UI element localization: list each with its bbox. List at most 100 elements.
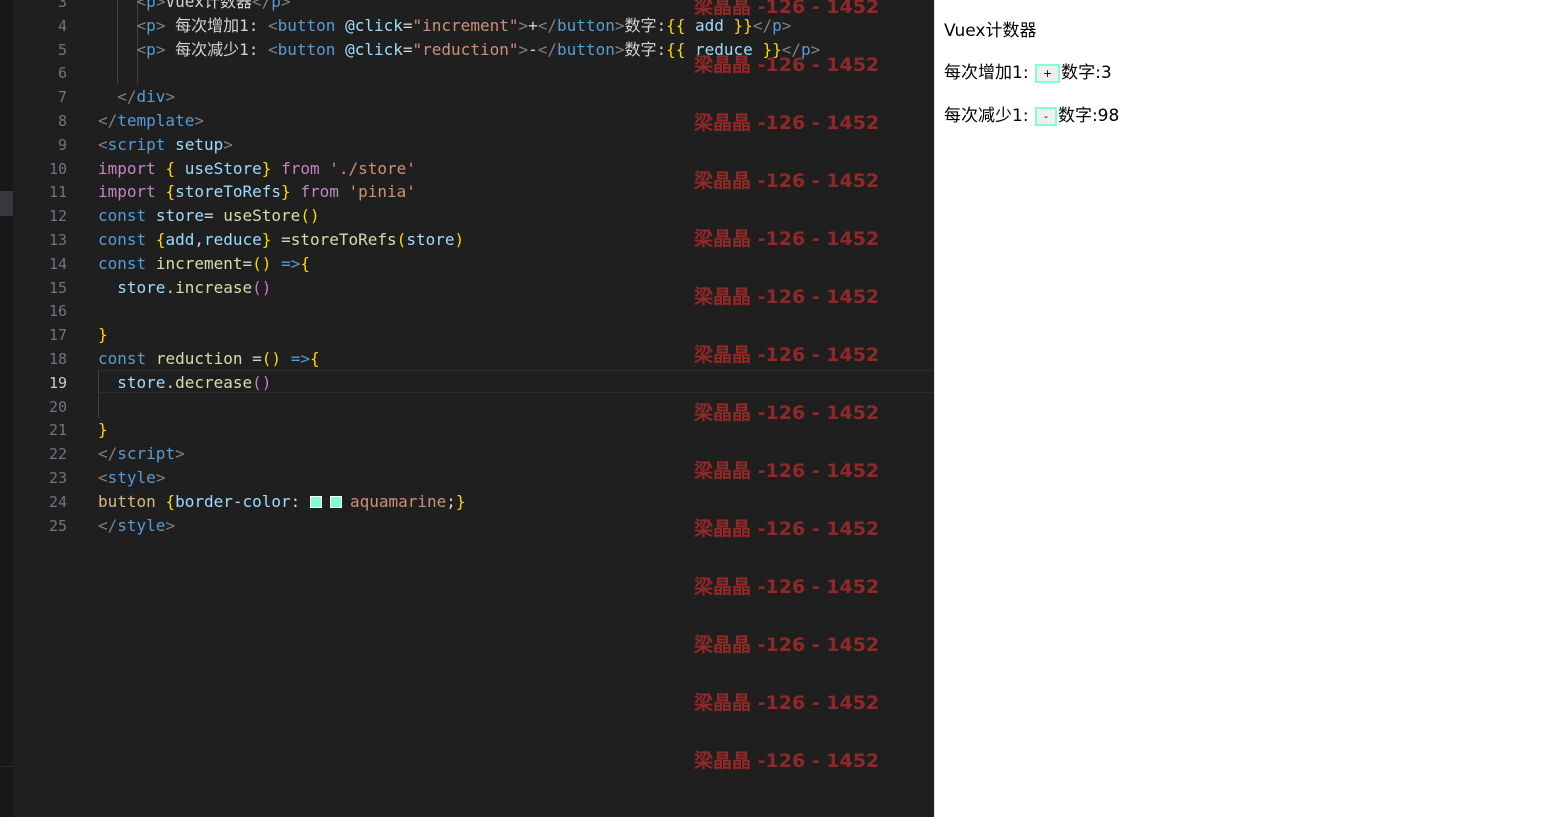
code-token: store xyxy=(155,206,204,226)
code-token: = xyxy=(242,349,262,368)
line-number: 22 xyxy=(48,445,67,464)
code-token: </ xyxy=(98,444,118,464)
color-swatch-icon[interactable] xyxy=(329,495,342,508)
code-token: { xyxy=(165,182,176,202)
code-token: - xyxy=(528,39,538,59)
code-token: increase xyxy=(175,277,253,297)
code-token: const xyxy=(98,206,147,226)
line-code: const {add,reduce} =storeToRefs(store) xyxy=(98,228,464,252)
code-line[interactable]: 19 store.decrease() xyxy=(13,371,934,395)
decrement-button[interactable]: - xyxy=(1034,107,1057,126)
code-line[interactable]: 9 <script setup> xyxy=(13,133,934,157)
line-number: 12 xyxy=(48,207,67,226)
browser-preview: Vuex计数器 每次增加1: + 数字:3 每次减少1: - 数字:98 xyxy=(934,0,1568,817)
code-token: reduce xyxy=(204,230,262,249)
reduce-value: 数字:98 xyxy=(1057,106,1120,126)
watermark-text: 梁晶晶 -126 - 1452 xyxy=(694,228,880,250)
line-code: </div> xyxy=(98,85,175,109)
code-token: < xyxy=(268,39,278,59)
watermark-text: 梁晶晶 -126 - 1452 xyxy=(694,576,880,598)
watermark-text: 梁晶晶 -126 - 1452 xyxy=(694,344,880,366)
line-code: store.decrease() xyxy=(98,371,271,395)
code-token: > xyxy=(155,39,166,59)
code-token: () xyxy=(252,277,272,297)
code-token: </ xyxy=(98,111,118,130)
code-token: { xyxy=(300,253,310,273)
code-token: store xyxy=(117,277,166,297)
code-token: : xyxy=(290,491,310,511)
add-value: 数字:3 xyxy=(1061,63,1112,83)
line-code: store.increase() xyxy=(98,276,271,300)
code-token: + xyxy=(528,15,538,35)
code-token: aquamarine xyxy=(349,491,447,511)
code-token: () xyxy=(300,206,320,226)
line-code: } xyxy=(98,418,108,442)
code-token: setup xyxy=(175,134,224,154)
code-token: > xyxy=(155,0,166,11)
code-token: > xyxy=(518,39,529,59)
code-token: p xyxy=(146,39,156,59)
code-token: < xyxy=(98,39,147,59)
code-token: } xyxy=(98,420,108,440)
code-token: @click xyxy=(345,15,403,35)
decrement-label: 每次减少1: xyxy=(944,106,1034,126)
code-token: </ xyxy=(537,15,558,35)
line-number: 3 xyxy=(57,0,67,11)
code-token: => xyxy=(290,349,310,368)
watermark-text: 梁晶晶 -126 - 1452 xyxy=(694,402,880,424)
line-number: 19 xyxy=(48,373,67,392)
line-number: 24 xyxy=(48,492,67,511)
code-token: , xyxy=(194,230,204,249)
line-code: } xyxy=(98,323,108,347)
line-number: 9 xyxy=(57,135,67,154)
line-number: 17 xyxy=(48,326,67,345)
decrement-row: 每次减少1: - 数字:98 xyxy=(944,101,1119,126)
watermark-text: 梁晶晶 -126 - 1452 xyxy=(694,634,880,656)
code-token: } xyxy=(455,491,466,511)
code-token: </ xyxy=(98,87,137,107)
code-token: script xyxy=(107,134,166,154)
code-token: = xyxy=(271,230,291,249)
code-token: { xyxy=(309,349,320,368)
code-token: reduction xyxy=(155,349,243,368)
code-token: border-color xyxy=(175,491,291,511)
code-token: "reduction" xyxy=(412,39,519,59)
code-token: { xyxy=(165,158,176,178)
code-token: storeToRefs xyxy=(290,230,397,249)
code-token: const xyxy=(98,230,147,249)
code-token: 每次增加1: xyxy=(165,15,268,35)
activity-bar-divider xyxy=(0,766,13,767)
line-code: </style> xyxy=(98,514,175,538)
line-code: import { useStore} from './store' xyxy=(98,157,416,181)
line-code: const reduction =() =>{ xyxy=(98,347,320,371)
code-token: { xyxy=(165,491,176,511)
line-code: <p> 每次增加1: <button @click="increment">+<… xyxy=(98,14,792,38)
code-token: < xyxy=(98,134,108,154)
code-token: store xyxy=(117,372,166,392)
code-token: @click xyxy=(345,39,403,59)
code-line[interactable]: 14 const increment=() =>{ xyxy=(13,252,934,276)
code-token: > xyxy=(155,15,166,35)
watermark-text: 梁晶晶 -126 - 1452 xyxy=(694,460,880,482)
code-token: < xyxy=(98,468,108,487)
code-token: const xyxy=(98,253,147,273)
line-code: const store= useStore() xyxy=(98,204,320,228)
code-line[interactable]: 7 </div> xyxy=(13,85,934,109)
code-token: </ xyxy=(537,39,558,59)
code-token: 'pinia' xyxy=(348,182,416,202)
line-number: 16 xyxy=(48,302,67,321)
line-code: button {border-color: aquamarine;} xyxy=(98,490,466,514)
increment-button[interactable]: + xyxy=(1034,64,1061,83)
watermark-text: 梁晶晶 -126 - 1452 xyxy=(694,0,880,18)
code-token: const xyxy=(98,349,147,368)
code-token: button xyxy=(277,15,336,35)
code-token: storeToRefs xyxy=(175,182,282,202)
watermark-text: 梁晶晶 -126 - 1452 xyxy=(694,170,880,192)
color-swatch-icon[interactable] xyxy=(309,495,322,508)
code-token: = xyxy=(242,253,253,273)
watermark-text: 梁晶晶 -126 - 1452 xyxy=(694,692,880,714)
code-line[interactable]: 24 button {border-color: aquamarine;} xyxy=(13,490,934,514)
code-token: } xyxy=(261,158,272,178)
